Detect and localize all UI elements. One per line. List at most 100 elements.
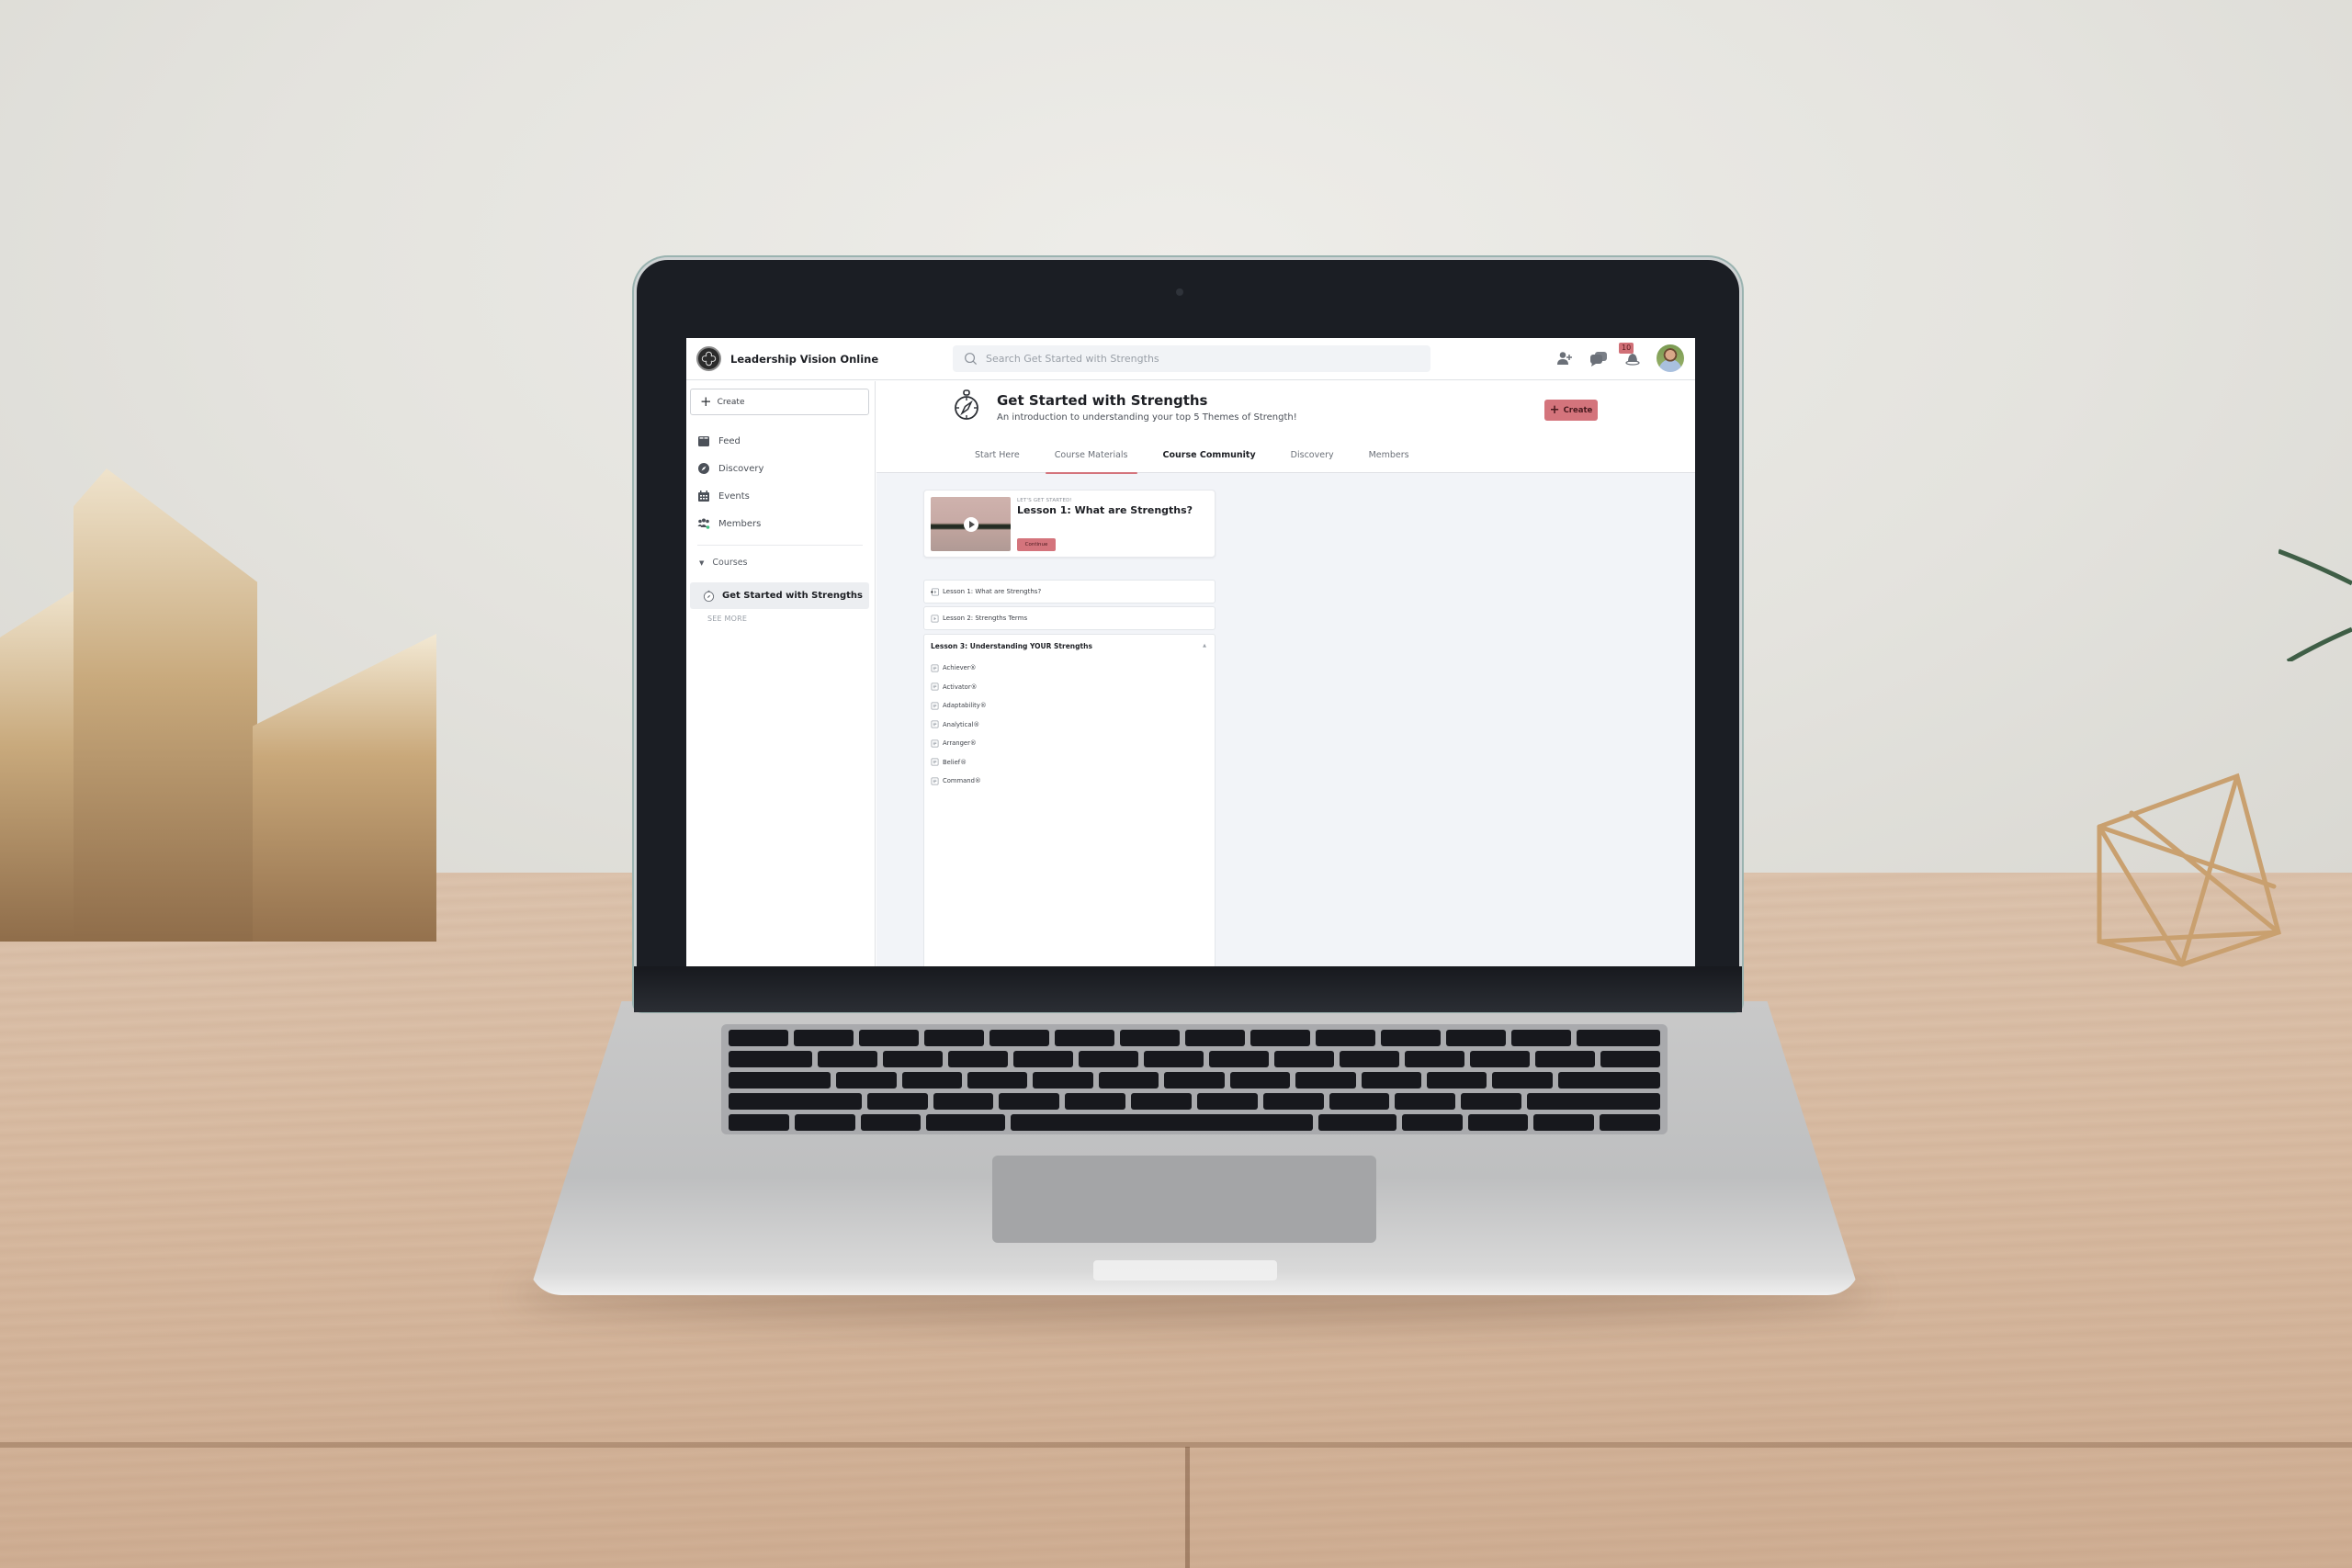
laptop-keyboard — [721, 1024, 1668, 1134]
lesson-item[interactable]: Achiever® — [924, 659, 1215, 678]
document-icon — [931, 758, 939, 766]
notifications-button[interactable]: 10 — [1619, 343, 1643, 368]
lesson-title: Lesson 2: Strengths Terms — [943, 615, 1028, 622]
compass-outline-icon — [703, 590, 715, 602]
tab-start-here[interactable]: Start Here — [962, 436, 1033, 473]
sidebar: + Create Feed Discovery Events Members ▼… — [686, 381, 876, 966]
video-in-progress-icon — [931, 588, 939, 595]
brand-name: Leadership Vision Online — [730, 352, 879, 366]
see-more-link[interactable]: SEE MORE — [707, 615, 747, 623]
brand[interactable]: Leadership Vision Online — [686, 346, 948, 371]
lesson-section-header[interactable]: Lesson 3: Understanding YOUR Strengths ▲ — [924, 635, 1215, 657]
active-course-label: Get Started with Strengths — [722, 591, 863, 601]
laptop-screen: Leadership Vision Online 10 + Create — [686, 338, 1695, 966]
search-bar[interactable] — [953, 345, 1430, 372]
webcam — [1176, 288, 1183, 296]
course-tabs: Start Here Course Materials Course Commu… — [962, 436, 1431, 474]
brand-logo-icon — [696, 346, 721, 371]
sidebar-item-label: Feed — [718, 435, 741, 446]
laptop-hinge — [634, 966, 1742, 1012]
sidebar-item-discovery[interactable]: Discovery — [697, 455, 867, 482]
courses-section-toggle[interactable]: ▼ Courses — [699, 558, 748, 568]
sidebar-nav: Feed Discovery Events Members — [697, 427, 867, 537]
plus-icon: + — [1549, 403, 1560, 417]
lesson-item[interactable]: Analytical® — [924, 716, 1215, 735]
brass-organizer — [0, 588, 78, 942]
featured-lesson-card: LET'S GET STARTED! Lesson 1: What are St… — [923, 490, 1216, 558]
sidebar-item-label: Discovery — [718, 463, 764, 474]
lesson-item[interactable]: Command® — [924, 772, 1215, 791]
plant-leaves — [2278, 548, 2352, 661]
lesson-item-label: Analytical® — [943, 720, 980, 728]
messages-button[interactable] — [1589, 348, 1609, 368]
compass-icon — [697, 462, 710, 475]
tab-members[interactable]: Members — [1356, 436, 1422, 473]
sidebar-item-events[interactable]: Events — [697, 482, 867, 510]
document-icon — [931, 777, 939, 785]
search-icon — [965, 353, 978, 366]
lesson-item[interactable]: Arranger® — [924, 734, 1215, 753]
sidebar-divider — [697, 545, 863, 546]
lesson-row[interactable]: Lesson 1: What are Strengths? — [923, 580, 1216, 604]
play-icon[interactable] — [964, 517, 978, 532]
document-icon — [931, 739, 939, 748]
search-input[interactable] — [986, 353, 1408, 365]
create-label: Create — [1563, 405, 1593, 415]
tab-discovery[interactable]: Discovery — [1278, 436, 1347, 473]
plus-icon: + — [700, 393, 712, 410]
sidebar-create-button[interactable]: + Create — [690, 389, 869, 415]
lesson-section-expanded: Lesson 3: Understanding YOUR Strengths ▲… — [923, 634, 1216, 966]
tab-course-materials[interactable]: Course Materials — [1042, 436, 1141, 474]
top-bar: Leadership Vision Online 10 — [686, 338, 1695, 380]
lesson-item[interactable]: Belief® — [924, 753, 1215, 773]
lesson-video-thumbnail[interactable] — [931, 497, 1011, 551]
sidebar-item-label: Members — [718, 518, 762, 529]
lesson-row-content: Lesson 1: What are Strengths? — [924, 581, 1215, 603]
course-title: Get Started with Strengths — [997, 392, 1208, 409]
courses-label: Courses — [712, 558, 748, 568]
chevron-up-icon[interactable]: ▲ — [1203, 643, 1206, 649]
lesson-item[interactable]: Adaptability® — [924, 696, 1215, 716]
lesson-item-label: Activator® — [943, 682, 978, 691]
geometric-ornament — [2097, 773, 2282, 967]
continue-button[interactable]: Continue — [1017, 538, 1056, 551]
document-icon — [931, 702, 939, 710]
document-icon — [931, 664, 939, 672]
feed-icon — [697, 434, 710, 447]
notification-badge: 10 — [1619, 343, 1634, 354]
sidebar-item-feed[interactable]: Feed — [697, 427, 867, 455]
lesson-row-content: Lesson 2: Strengths Terms — [924, 607, 1215, 629]
tab-course-community[interactable]: Course Community — [1150, 436, 1269, 473]
lesson-item-label: Arranger® — [943, 739, 977, 748]
user-avatar[interactable] — [1657, 344, 1684, 372]
caret-down-icon: ▼ — [699, 558, 705, 567]
calendar-icon — [697, 490, 710, 502]
sidebar-item-members[interactable]: Members — [697, 510, 867, 537]
document-icon — [931, 720, 939, 728]
desk-seam — [1185, 1447, 1190, 1568]
create-label: Create — [717, 397, 745, 407]
video-icon — [931, 615, 939, 622]
chat-icon — [1590, 351, 1607, 367]
sidebar-item-label: Events — [718, 491, 750, 502]
members-icon — [697, 517, 710, 530]
create-button[interactable]: + Create — [1544, 400, 1598, 421]
featured-lesson-title: Lesson 1: What are Strengths? — [1017, 504, 1193, 516]
lesson-eyebrow: LET'S GET STARTED! — [1017, 498, 1072, 503]
compass-icon — [955, 389, 978, 420]
course-header: Get Started with Strengths An introducti… — [876, 381, 1695, 474]
sidebar-course-get-started[interactable]: Get Started with Strengths — [690, 582, 869, 609]
top-actions: 10 — [1555, 343, 1684, 372]
lesson-title: Lesson 1: What are Strengths? — [943, 588, 1042, 595]
desk-seam — [0, 1442, 2352, 1448]
lesson-item[interactable]: Activator® — [924, 678, 1215, 697]
main-content: Get Started with Strengths An introducti… — [876, 381, 1695, 966]
laptop-notch — [1093, 1260, 1277, 1280]
lesson-item-label: Adaptability® — [943, 702, 987, 710]
lesson-row[interactable]: Lesson 2: Strengths Terms — [923, 606, 1216, 630]
lesson-item-label: Command® — [943, 777, 981, 785]
document-icon — [931, 682, 939, 691]
lesson-section-title: Lesson 3: Understanding YOUR Strengths — [931, 641, 1092, 650]
add-member-button[interactable] — [1555, 348, 1575, 368]
course-subtitle: An introduction to understanding your to… — [997, 412, 1297, 423]
